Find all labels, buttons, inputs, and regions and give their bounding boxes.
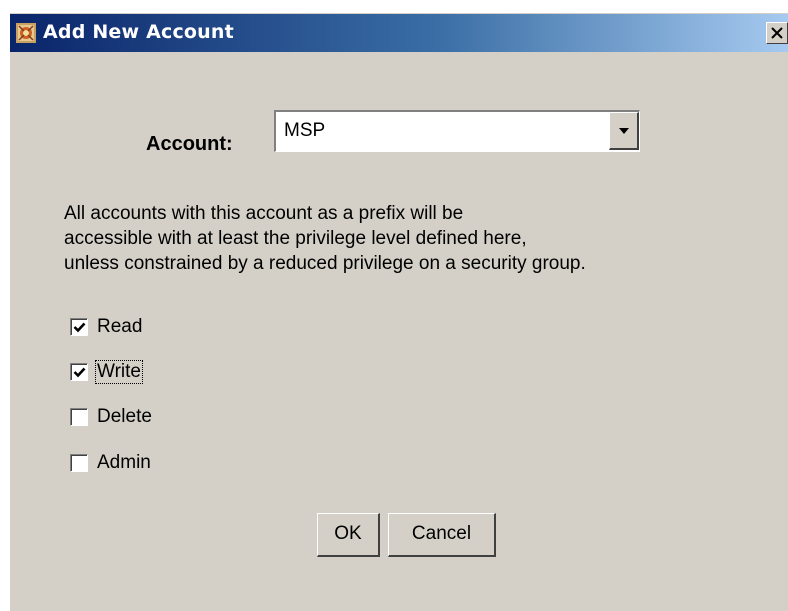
checkmark-icon — [73, 322, 86, 333]
delete-label[interactable]: Delete — [96, 406, 153, 428]
account-value[interactable]: MSP — [284, 120, 325, 142]
read-checkbox[interactable] — [70, 318, 88, 336]
write-label[interactable]: Write — [95, 360, 143, 384]
title-bar[interactable]: Add New Account — [10, 13, 788, 52]
write-checkbox-row[interactable]: Write — [70, 359, 143, 385]
account-combobox[interactable]: MSP — [274, 110, 640, 152]
cancel-button[interactable]: Cancel — [388, 513, 496, 557]
close-button[interactable] — [766, 22, 788, 44]
delete-checkbox-row[interactable]: Delete — [70, 404, 153, 430]
app-icon — [16, 23, 36, 43]
description-text: All accounts with this account as a pref… — [64, 201, 586, 276]
description-line: unless constrained by a reduced privileg… — [64, 253, 586, 274]
write-checkbox[interactable] — [70, 363, 88, 381]
chevron-down-icon — [619, 128, 629, 134]
close-icon — [771, 27, 783, 39]
description-line: accessible with at least the privilege l… — [64, 228, 527, 249]
account-dropdown-button[interactable] — [609, 112, 639, 150]
read-label[interactable]: Read — [96, 316, 143, 338]
checkmark-icon — [73, 367, 86, 378]
admin-checkbox[interactable] — [70, 454, 88, 472]
delete-checkbox[interactable] — [70, 408, 88, 426]
dialog-title: Add New Account — [43, 21, 234, 43]
admin-checkbox-row[interactable]: Admin — [70, 450, 152, 476]
description-line: All accounts with this account as a pref… — [64, 203, 464, 224]
account-label: Account: — [146, 133, 233, 155]
add-account-dialog: Add New Account Account: MSP All account… — [10, 13, 788, 611]
read-checkbox-row[interactable]: Read — [70, 314, 143, 340]
ok-button[interactable]: OK — [317, 513, 380, 557]
admin-label[interactable]: Admin — [96, 452, 152, 474]
